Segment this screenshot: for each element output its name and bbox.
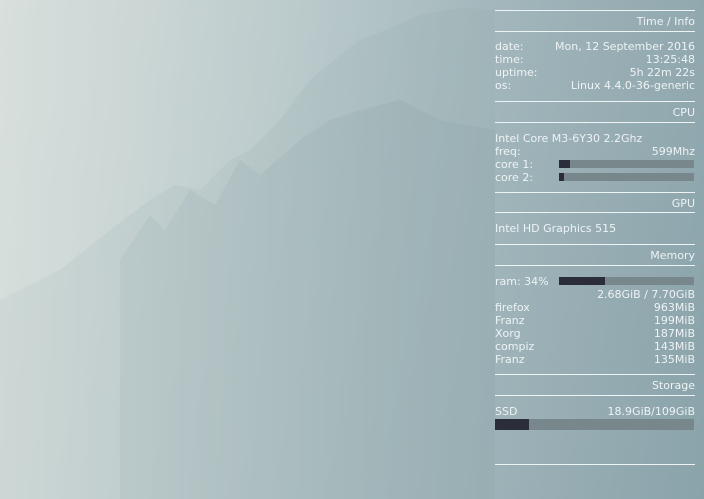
section-title-memory: Memory	[650, 249, 695, 262]
divider	[495, 212, 695, 213]
process-mem: 143MiB	[653, 340, 695, 353]
process-name: compiz	[495, 340, 535, 353]
process-mem: 187MiB	[653, 327, 695, 340]
uptime-label: uptime:	[495, 66, 538, 79]
ram-used-row: 2.68GiB / 7.70GiB	[495, 288, 695, 301]
ram-label: ram: 34%	[495, 275, 549, 288]
process-mem: 135MiB	[653, 353, 695, 366]
ram-usage-bar	[559, 277, 694, 285]
freq-value: 599Mhz	[651, 145, 695, 158]
process-row: compiz 143MiB	[495, 340, 695, 353]
divider	[495, 395, 695, 396]
process-mem: 963MiB	[653, 301, 695, 314]
core-2-usage-bar	[559, 173, 694, 181]
process-mem: 199MiB	[653, 314, 695, 327]
process-row: firefox 963MiB	[495, 301, 695, 314]
ssd-usage-bar	[495, 419, 694, 430]
cpu-model: Intel Core M3-6Y30 2.2Ghz	[495, 132, 643, 145]
time-label: time:	[495, 53, 524, 66]
process-name: Franz	[495, 353, 525, 366]
divider	[495, 122, 695, 123]
section-title-storage: Storage	[651, 379, 695, 392]
divider	[495, 192, 695, 193]
os-value: Linux 4.4.0-36-generic	[570, 79, 695, 92]
ssd-label: SSD	[495, 405, 518, 418]
core-2-label: core 2:	[495, 171, 534, 184]
section-title-time-info: Time / Info	[636, 15, 695, 28]
ram-usage-fill	[559, 277, 605, 285]
info-row-time: time: 13:25:48	[495, 53, 695, 66]
divider	[495, 374, 695, 375]
divider	[495, 31, 695, 32]
info-row-os: os: Linux 4.4.0-36-generic	[495, 79, 695, 92]
section-title-cpu: CPU	[672, 106, 695, 119]
section-title-gpu: GPU	[671, 197, 695, 210]
time-value: 13:25:48	[645, 53, 695, 66]
ssd-row: SSD 18.9GiB/109GiB	[495, 405, 695, 418]
date-value: Mon, 12 September 2016	[555, 40, 695, 53]
process-name: Xorg	[495, 327, 521, 340]
divider	[495, 10, 695, 11]
process-name: firefox	[495, 301, 530, 314]
freq-label: freq:	[495, 145, 521, 158]
core-2-usage-fill	[559, 173, 565, 181]
core-1-label: core 1:	[495, 158, 534, 171]
uptime-value: 5h 22m 22s	[629, 66, 695, 79]
core-1-usage-bar	[559, 160, 694, 168]
core-1-usage-fill	[559, 160, 570, 168]
divider	[495, 244, 695, 245]
ram-used-total: 2.68GiB / 7.70GiB	[597, 288, 695, 301]
conky-system-monitor: Time / Info date: Mon, 12 September 2016…	[495, 0, 695, 499]
process-name: Franz	[495, 314, 525, 327]
ssd-usage-fill	[495, 419, 529, 430]
divider	[495, 101, 695, 102]
divider	[495, 464, 695, 465]
date-label: date:	[495, 40, 524, 53]
divider	[495, 265, 695, 266]
process-row: Franz 199MiB	[495, 314, 695, 327]
os-label: os:	[495, 79, 512, 92]
gpu-model: Intel HD Graphics 515	[495, 222, 617, 235]
info-row-uptime: uptime: 5h 22m 22s	[495, 66, 695, 79]
ssd-value: 18.9GiB/109GiB	[607, 405, 695, 418]
process-row: Xorg 187MiB	[495, 327, 695, 340]
process-row: Franz 135MiB	[495, 353, 695, 366]
info-row-date: date: Mon, 12 September 2016	[495, 40, 695, 53]
cpu-freq-row: freq: 599Mhz	[495, 145, 695, 158]
